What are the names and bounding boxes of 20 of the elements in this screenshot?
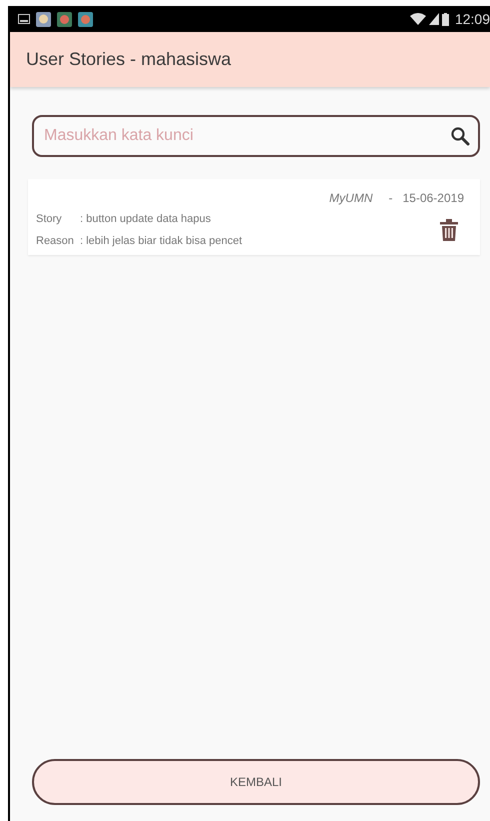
wifi-icon <box>410 13 426 25</box>
field-label: Story <box>36 213 63 225</box>
story-text: : button update data hapus <box>80 213 211 225</box>
story-date: 15-06-2019 <box>402 191 464 205</box>
app-icon <box>36 12 51 26</box>
app-icon <box>78 12 93 26</box>
battery-icon <box>442 12 449 26</box>
app-title: User Stories - mahasiswa <box>26 49 232 70</box>
reason-text: : lebih jelas biar tidak bisa pencet <box>80 235 242 247</box>
status-time: 12:09 <box>454 11 490 27</box>
signal-icon <box>428 13 439 25</box>
app-name: MyUMN <box>329 191 373 205</box>
app-icon <box>57 12 72 26</box>
trash-icon[interactable] <box>440 219 458 241</box>
field-label: Reason <box>36 235 75 247</box>
search-icon <box>450 126 470 146</box>
back-button[interactable]: KEMBALI <box>32 759 480 805</box>
search-field[interactable]: Masukkan kata kunci <box>32 115 480 157</box>
separator-text: - <box>388 191 393 205</box>
screen-icon <box>18 14 30 24</box>
